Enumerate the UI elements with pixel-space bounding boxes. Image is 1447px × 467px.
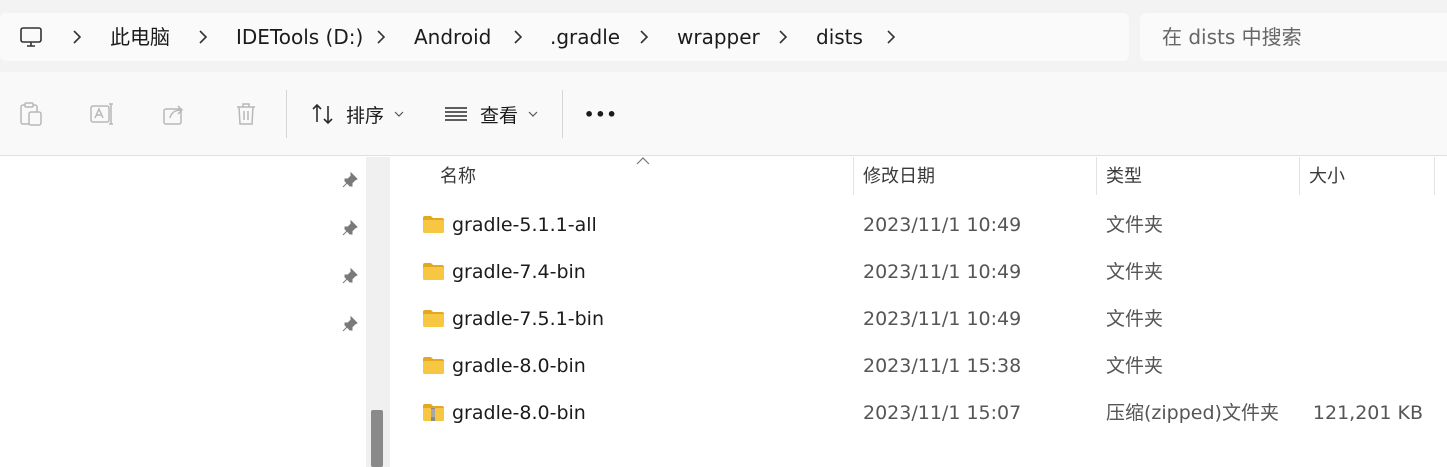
column-header-size[interactable]: 大小 xyxy=(1309,165,1345,191)
search-placeholder: 在 dists 中搜索 xyxy=(1162,25,1302,49)
command-bar: 排序 查看 ••• xyxy=(0,72,1447,156)
breadcrumb-drive-d[interactable]: IDETools (D:) xyxy=(236,13,363,61)
pin-icon[interactable] xyxy=(341,171,359,189)
column-divider[interactable] xyxy=(1096,157,1097,195)
file-type: 文件夹 xyxy=(1106,261,1164,283)
search-input[interactable]: 在 dists 中搜索 xyxy=(1140,13,1447,61)
more-options-button[interactable]: ••• xyxy=(584,94,618,134)
breadcrumb-chevron-icon[interactable] xyxy=(196,28,210,46)
folder-icon xyxy=(423,357,444,374)
table-row[interactable]: gradle-5.1.1-all 2023/11/1 10:49 文件夹 xyxy=(391,203,1447,250)
file-type: 文件夹 xyxy=(1106,214,1164,236)
breadcrumb-chevron-icon[interactable] xyxy=(884,28,898,46)
folder-icon xyxy=(423,263,444,280)
view-button[interactable]: 查看 xyxy=(443,94,538,134)
file-date: 2023/11/1 15:07 xyxy=(863,402,1022,424)
sort-ascending-icon xyxy=(636,157,650,165)
sort-label: 排序 xyxy=(346,104,385,127)
breadcrumb-chevron-icon[interactable] xyxy=(70,28,84,46)
column-divider[interactable] xyxy=(1299,157,1300,195)
file-type: 压缩(zipped)文件夹 xyxy=(1106,402,1279,424)
breadcrumb-chevron-icon[interactable] xyxy=(637,28,651,46)
file-date: 2023/11/1 15:38 xyxy=(863,355,1022,377)
file-name: gradle-7.4-bin xyxy=(452,261,586,283)
file-name: gradle-7.5.1-bin xyxy=(452,308,604,330)
column-header-type[interactable]: 类型 xyxy=(1106,165,1142,191)
file-date: 2023/11/1 10:49 xyxy=(863,308,1022,330)
breadcrumb-gradle[interactable]: .gradle xyxy=(550,13,620,61)
command-separator xyxy=(286,90,287,138)
folder-icon xyxy=(423,216,444,233)
file-size: 121,201 KB xyxy=(1312,402,1423,424)
folder-icon xyxy=(423,310,444,327)
more-options-icon: ••• xyxy=(584,104,618,124)
nav-scrollbar-thumb[interactable] xyxy=(371,410,383,467)
delete-icon[interactable] xyxy=(233,101,259,127)
pin-icon[interactable] xyxy=(341,315,359,333)
table-row[interactable]: gradle-7.4-bin 2023/11/1 10:49 文件夹 xyxy=(391,250,1447,297)
paste-icon[interactable] xyxy=(18,101,44,127)
navigation-pane xyxy=(0,157,366,467)
address-row: 此电脑 IDETools (D:) Android .gradle wrappe… xyxy=(0,0,1447,72)
rename-icon[interactable] xyxy=(89,101,115,127)
sort-icon xyxy=(312,103,333,125)
command-separator xyxy=(562,90,563,138)
table-row[interactable]: gradle-8.0-bin 2023/11/1 15:07 压缩(zipped… xyxy=(391,391,1447,438)
zip-folder-icon xyxy=(423,404,444,421)
file-type: 文件夹 xyxy=(1106,308,1164,330)
column-header-date[interactable]: 修改日期 xyxy=(863,165,935,191)
view-icon xyxy=(445,107,467,121)
chevron-down-icon xyxy=(528,111,538,117)
file-type: 文件夹 xyxy=(1106,355,1164,377)
breadcrumb-this-pc[interactable]: 此电脑 xyxy=(110,13,170,61)
table-row[interactable]: gradle-7.5.1-bin 2023/11/1 10:49 文件夹 xyxy=(391,297,1447,344)
breadcrumb-chevron-icon[interactable] xyxy=(374,28,388,46)
breadcrumb-android[interactable]: Android xyxy=(414,13,491,61)
sort-button[interactable]: 排序 xyxy=(310,94,404,134)
file-name: gradle-8.0-bin xyxy=(452,355,586,377)
file-date: 2023/11/1 10:49 xyxy=(863,214,1022,236)
breadcrumb-wrapper[interactable]: wrapper xyxy=(677,13,760,61)
share-icon[interactable] xyxy=(161,101,187,127)
breadcrumb-dists[interactable]: dists xyxy=(816,13,863,61)
view-label: 查看 xyxy=(480,104,519,127)
file-name: gradle-5.1.1-all xyxy=(452,214,597,236)
this-pc-icon[interactable] xyxy=(19,25,43,49)
pin-icon[interactable] xyxy=(341,219,359,237)
column-divider[interactable] xyxy=(853,157,854,195)
file-name: gradle-8.0-bin xyxy=(452,402,586,424)
chevron-down-icon xyxy=(394,111,404,117)
table-row[interactable]: gradle-8.0-bin 2023/11/1 15:38 文件夹 xyxy=(391,344,1447,391)
column-header-name[interactable]: 名称 xyxy=(440,165,476,191)
column-divider[interactable] xyxy=(1434,157,1435,195)
address-bar[interactable]: 此电脑 IDETools (D:) Android .gradle wrappe… xyxy=(0,13,1129,61)
pin-icon[interactable] xyxy=(341,267,359,285)
breadcrumb-chevron-icon[interactable] xyxy=(511,28,525,46)
file-date: 2023/11/1 10:49 xyxy=(863,261,1022,283)
breadcrumb-chevron-icon[interactable] xyxy=(776,28,790,46)
